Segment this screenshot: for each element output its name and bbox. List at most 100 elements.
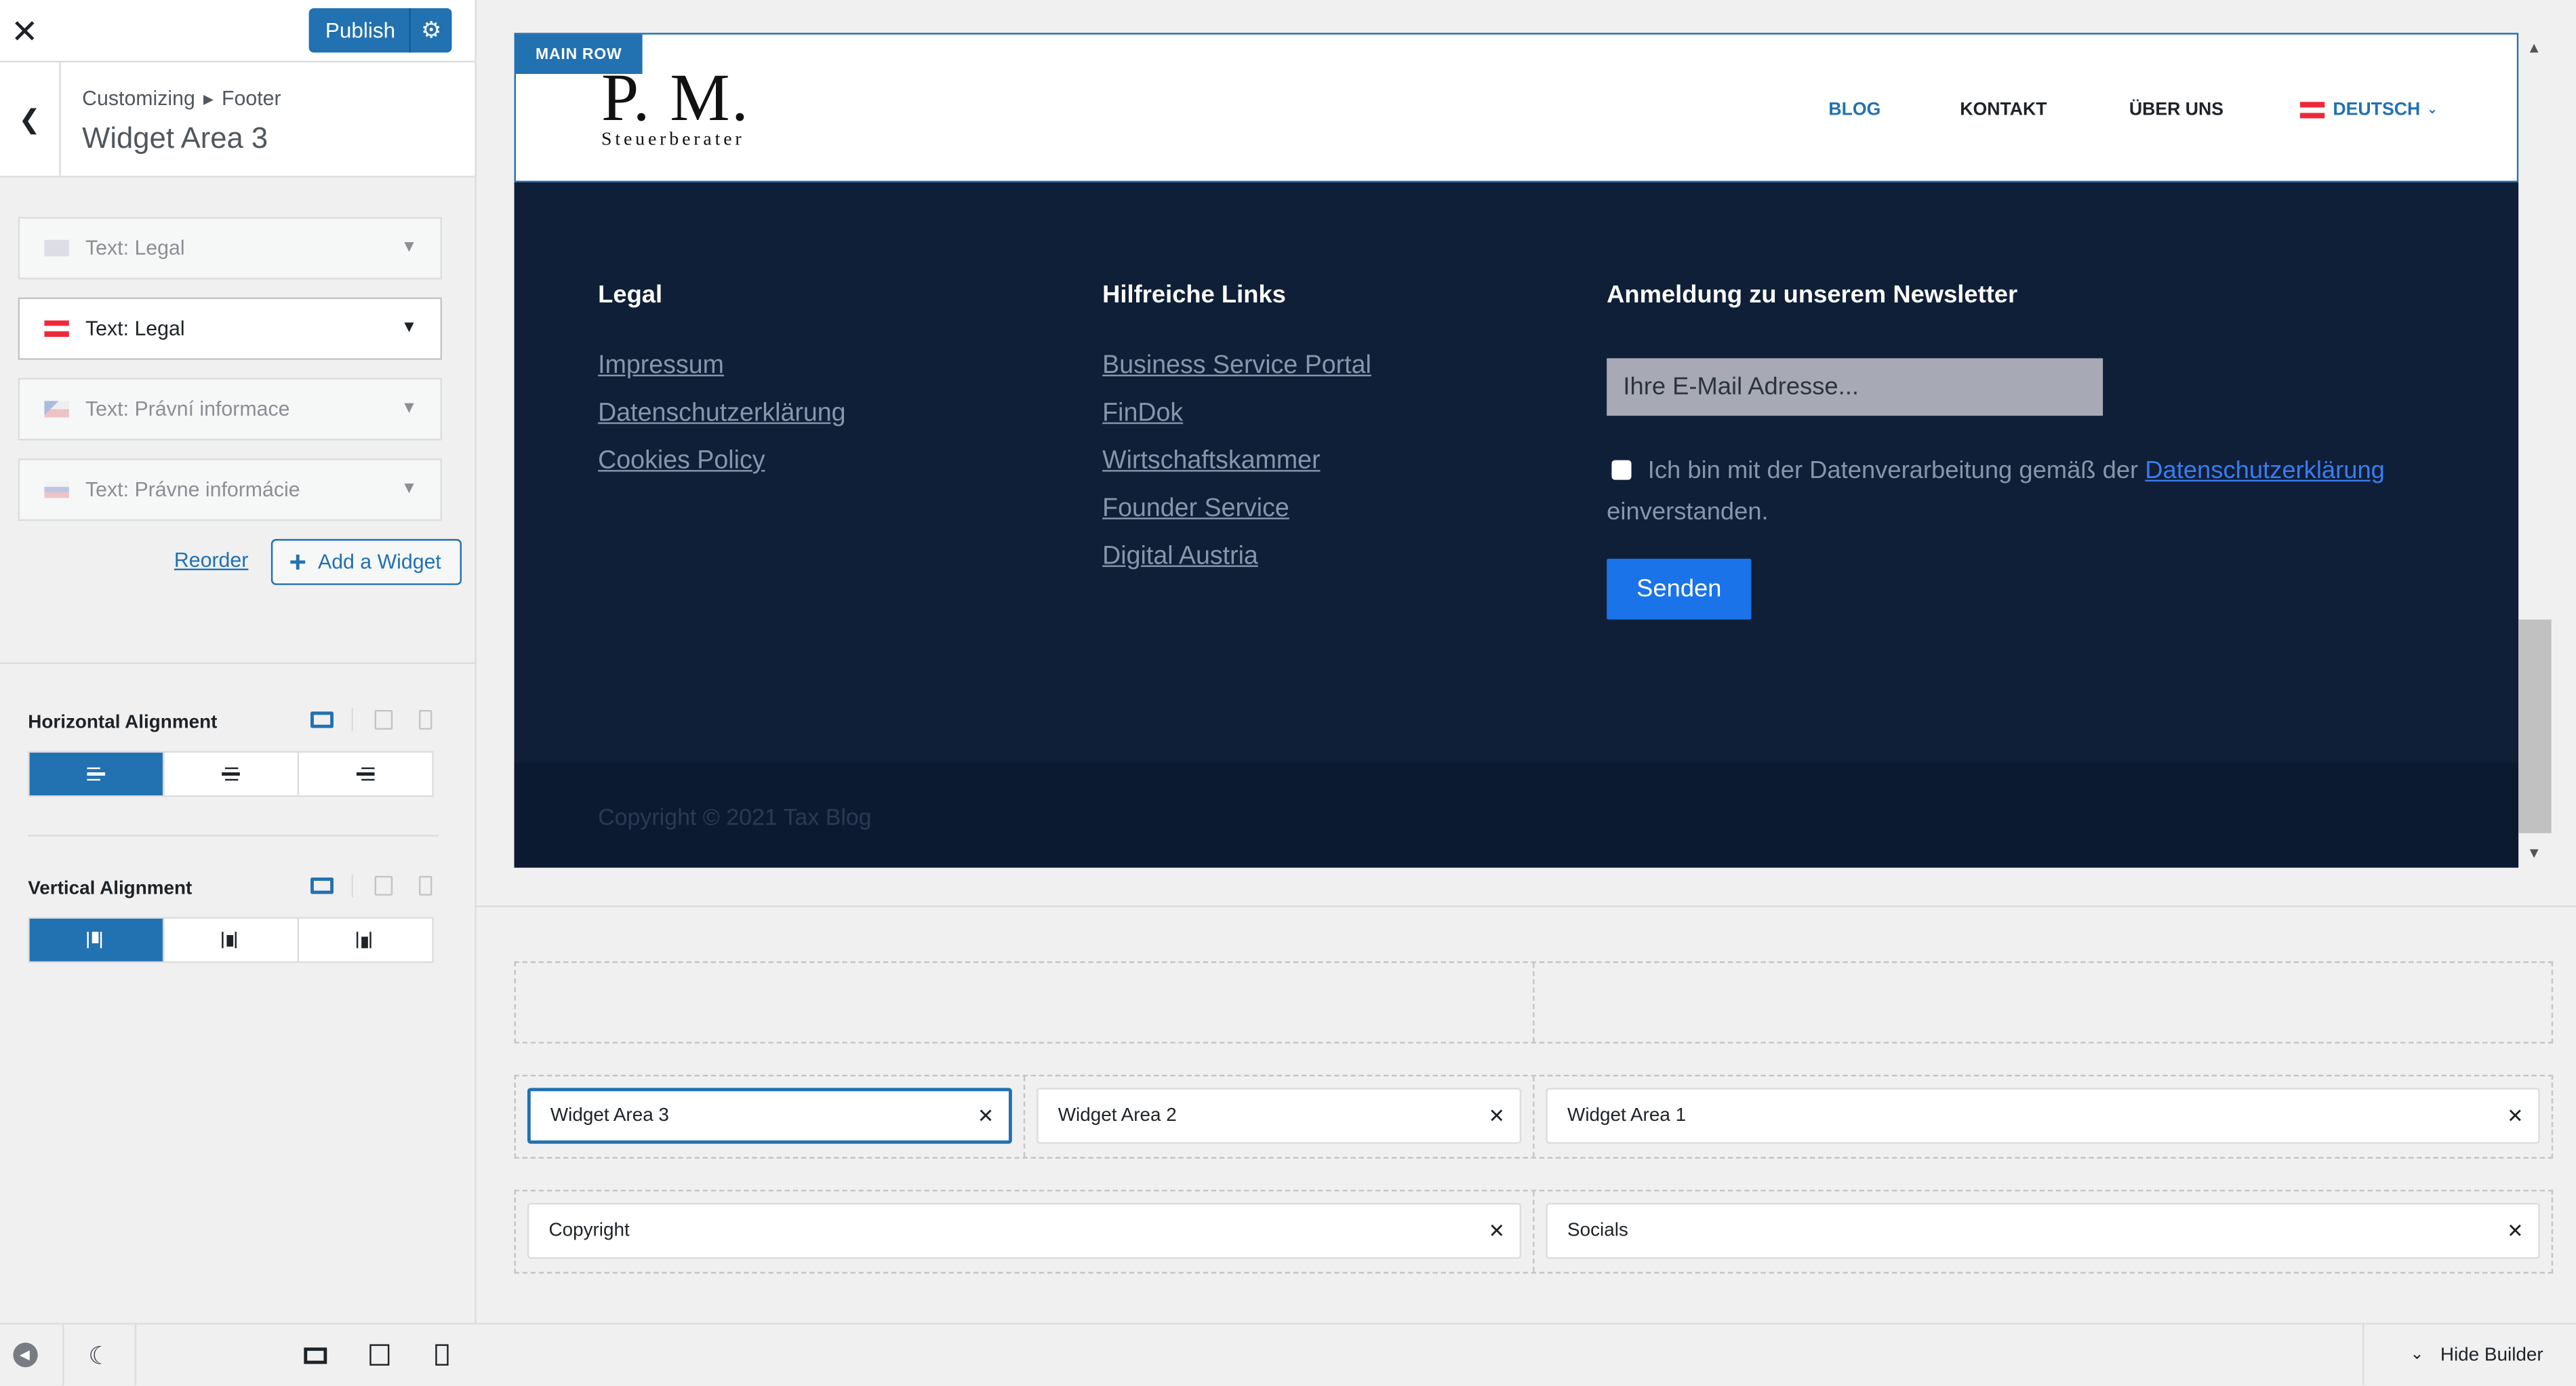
mobile-icon[interactable] (412, 709, 439, 732)
builder-bottom-row[interactable]: Copyright ✕ Socials ✕ (514, 1189, 2554, 1274)
consent-text-end: einverstanden. (1607, 498, 1769, 526)
widget-item[interactable]: Text: Právní informace ▼ (18, 378, 442, 441)
close-icon[interactable]: ✕ (1474, 1219, 1520, 1242)
align-top-icon (86, 932, 106, 949)
footer-link[interactable]: Wirtschaftskammer (1102, 443, 1371, 478)
chip-label: Copyright (548, 1221, 630, 1241)
scroll-up-icon[interactable]: ▲ (2527, 39, 2541, 56)
gear-icon[interactable]: ⚙ (409, 8, 451, 53)
mobile-icon[interactable] (412, 874, 439, 897)
publish-button-group: Publish ⚙ (308, 8, 452, 53)
builder-main-row[interactable]: Widget Area 3 ✕ Widget Area 2 ✕ Widget A… (514, 1074, 2554, 1159)
builder-bottom-bar: ⌄ Hide Builder (476, 1322, 2576, 1386)
chevron-down-icon: ⌄ (2426, 102, 2438, 117)
reorder-link[interactable]: Reorder (174, 549, 248, 572)
newsletter-submit-button[interactable]: Senden (1607, 558, 1752, 620)
publish-button[interactable]: Publish (309, 18, 409, 43)
widget-list: Text: Legal ▼ Text: Legal ▼ Text: Právní… (0, 178, 475, 605)
builder-copyright[interactable]: Copyright ✕ (527, 1203, 1522, 1259)
sidebar-footer: ◀ ☾ (0, 1322, 477, 1386)
align-bottom-button[interactable] (299, 919, 432, 962)
divider (351, 708, 354, 732)
widget-title: Právne informácie (134, 478, 300, 502)
close-icon[interactable]: ✕ (963, 1105, 1009, 1128)
divider (0, 662, 477, 665)
mobile-preview-icon[interactable] (424, 1324, 460, 1385)
expand-arrow-icon[interactable]: ▼ (401, 399, 418, 418)
align-right-button[interactable] (299, 753, 432, 795)
consent-text: Ich bin mit der Datenverarbeitung gemäß … (1647, 456, 2139, 485)
scroll-down-icon[interactable]: ▼ (2527, 845, 2541, 861)
builder-widget-area-2[interactable]: Widget Area 2 ✕ (1037, 1088, 1522, 1144)
footer-link[interactable]: Founder Service (1102, 492, 1371, 526)
site-header-main-row[interactable]: MAIN ROW P. M. Steuerberater BLOG KONTAK… (514, 33, 2519, 184)
preview-scrollbar[interactable]: ▲ ▼ (2518, 33, 2552, 868)
close-icon[interactable]: ✕ (2492, 1105, 2538, 1128)
widget-item[interactable]: Text: Právne informácie ▼ (18, 458, 442, 521)
nav-item-ueber-uns[interactable]: ÜBER UNS (2129, 35, 2223, 184)
close-icon[interactable]: ✕ (2492, 1219, 2538, 1242)
align-left-button[interactable] (29, 752, 165, 795)
nav-link[interactable]: BLOG (1828, 100, 1880, 119)
expand-arrow-icon[interactable]: ▼ (401, 238, 418, 256)
close-icon[interactable]: ✕ (1474, 1105, 1520, 1128)
align-right-icon (356, 766, 375, 782)
tablet-icon[interactable] (369, 874, 396, 897)
desktop-preview-icon[interactable] (296, 1324, 335, 1385)
expand-arrow-icon[interactable]: ▼ (401, 480, 418, 498)
align-left-icon (87, 766, 106, 782)
chip-label: Widget Area 2 (1058, 1106, 1177, 1126)
widget-item[interactable]: Text: Legal ▼ (18, 297, 442, 360)
desktop-icon[interactable] (309, 874, 336, 897)
footer-legal-links: Impressum Datenschutzerklärung Cookies P… (598, 349, 845, 492)
add-widget-button[interactable]: + Add a Widget (270, 538, 462, 585)
align-center-button[interactable] (164, 752, 300, 795)
expand-arrow-icon[interactable]: ▼ (401, 319, 418, 337)
align-top-button[interactable] (29, 918, 165, 962)
builder-widget-area-1[interactable]: Widget Area 1 ✕ (1546, 1088, 2540, 1144)
chip-label: Socials (1567, 1221, 1628, 1241)
builder-widget-area-3[interactable]: Widget Area 3 ✕ (527, 1088, 1012, 1144)
section-header: ❮ Customizing ▶ Footer Widget Area 3 (0, 62, 475, 178)
align-middle-button[interactable] (164, 918, 300, 962)
hide-builder-button[interactable]: ⌄ Hide Builder (2362, 1324, 2576, 1386)
footer-link[interactable]: Datenschutzerklärung (598, 396, 845, 431)
breadcrumb-separator-icon: ▶ (203, 92, 214, 107)
customizer-window: ✕ Publish ⚙ ❮ Customizing ▶ Footer Widget … (0, 0, 2576, 1386)
footer-link[interactable]: Digital Austria (1102, 539, 1371, 574)
desktop-icon[interactable] (309, 709, 336, 732)
site-footer: Legal Impressum Datenschutzerklärung Coo… (515, 182, 2519, 762)
back-arrow-icon[interactable]: ❮ (0, 62, 61, 176)
scrollbar-thumb[interactable] (2518, 619, 2552, 833)
nav-item-kontakt[interactable]: KONTAKT (1960, 35, 2047, 184)
footer-link[interactable]: Cookies Policy (598, 443, 845, 478)
device-switcher (309, 874, 439, 898)
chip-label: Widget Area 3 (550, 1106, 669, 1126)
widget-item[interactable]: Text: Legal ▼ (18, 216, 442, 279)
collapse-sidebar-icon[interactable]: ◀ (0, 1324, 49, 1385)
builder-top-row[interactable] (514, 961, 2554, 1044)
nav-link[interactable]: ÜBER UNS (2129, 100, 2223, 119)
footer-link[interactable]: Business Service Portal (1102, 349, 1371, 383)
site-preview: MAIN ROW P. M. Steuerberater BLOG KONTAK… (514, 33, 2519, 868)
newsletter-email-field[interactable]: Ihre E-Mail Adresse... (1607, 358, 2104, 416)
consent-row: Ich bin mit der Datenverarbeitung gemäß … (1607, 450, 2395, 532)
consent-checkbox[interactable] (1611, 460, 1632, 480)
builder-socials[interactable]: Socials ✕ (1546, 1203, 2540, 1259)
site-logo[interactable]: P. M. Steuerberater (601, 63, 750, 149)
tablet-preview-icon[interactable] (360, 1324, 399, 1385)
nav-link[interactable]: KONTAKT (1960, 100, 2047, 119)
dark-mode-icon[interactable]: ☾ (62, 1324, 137, 1386)
close-icon[interactable]: ✕ (0, 0, 49, 62)
footer-link[interactable]: Impressum (598, 349, 845, 383)
nav-item-blog[interactable]: BLOG (1828, 35, 1880, 184)
sidebar-top-bar: ✕ Publish ⚙ (0, 0, 475, 63)
footer-link[interactable]: FinDok (1102, 396, 1371, 431)
breadcrumb-item: Customizing (82, 87, 195, 111)
breadcrumb: Customizing ▶ Footer (82, 87, 281, 110)
austria-flag-icon (2299, 101, 2325, 118)
privacy-link[interactable]: Datenschutzerklärung (2145, 457, 2385, 485)
tablet-icon[interactable] (369, 709, 396, 732)
language-switcher[interactable]: DEUTSCH ⌄ (2299, 35, 2438, 184)
widget-prefix: Text: (85, 397, 129, 421)
